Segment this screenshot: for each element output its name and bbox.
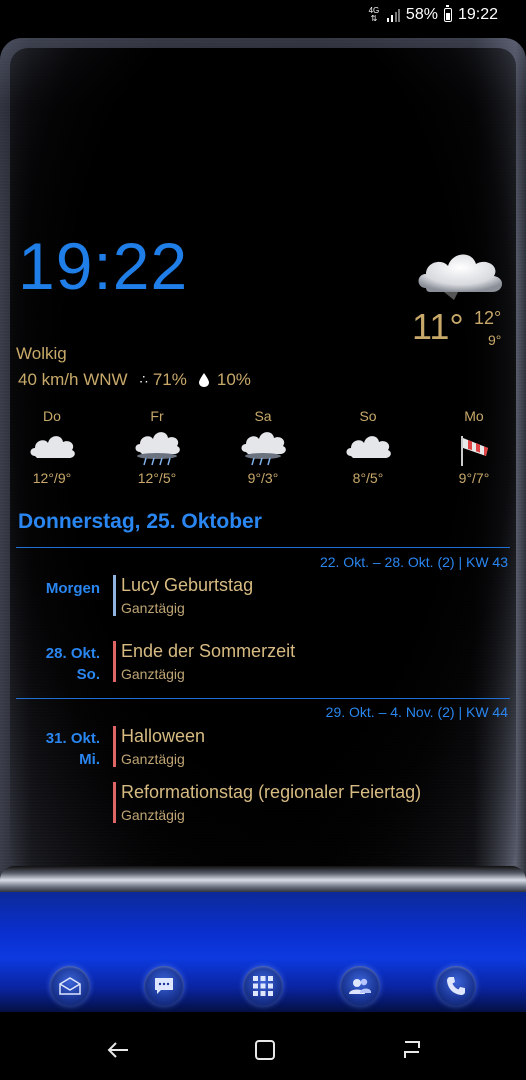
back-icon xyxy=(107,1042,128,1058)
email-button[interactable] xyxy=(50,966,90,1006)
messages-button[interactable] xyxy=(144,966,184,1006)
cloud-icon xyxy=(30,436,75,458)
event-color-bar xyxy=(113,575,116,616)
event-subtitle: Ganztägig xyxy=(121,666,185,682)
forecast-day-name: Sa xyxy=(254,408,272,424)
forecast-day-name: Fr xyxy=(150,408,164,424)
week-header: 29. Okt. – 4. Nov. (2) | KW 44 xyxy=(325,704,508,720)
battery-percent: 58% xyxy=(405,6,438,23)
event-color-bar xyxy=(113,726,116,767)
recents-icon xyxy=(404,1041,420,1058)
calendar-event[interactable]: Halloween Ganztägig xyxy=(113,726,205,767)
forecast-day[interactable]: Mo 9°/7° xyxy=(434,408,514,486)
weather-details: 40 km/h WNW ∴ 71% 10% xyxy=(18,370,251,390)
forecast-day[interactable]: Sa 9°/3° xyxy=(223,408,303,486)
event-color-bar xyxy=(113,641,116,682)
event-color-bar xyxy=(113,782,116,823)
signal-icon xyxy=(386,9,400,22)
event-subtitle: Ganztägig xyxy=(121,751,185,767)
forecast-day-name: Mo xyxy=(464,408,484,424)
forecast-day-name: So xyxy=(359,408,377,424)
humidity-icon: ∴ xyxy=(139,372,148,387)
forecast-temp: 12°/5° xyxy=(137,470,177,486)
recents-button[interactable] xyxy=(398,1036,426,1064)
forecast-day[interactable]: So 8°/5° xyxy=(328,408,408,486)
back-button[interactable] xyxy=(104,1036,132,1064)
weather-condition: Wolkig xyxy=(16,344,67,363)
forecast-row: Do 12°/9° Fr 12°/5° Sa 9°/3° So 8°/5° Mo xyxy=(0,408,526,488)
week-header: 22. Okt. – 28. Okt. (2) | KW 43 xyxy=(319,554,508,570)
email-icon xyxy=(59,977,81,995)
status-bar: 4G ⇅ 58% 19:22 xyxy=(0,0,526,34)
cloud-icon[interactable] xyxy=(414,242,506,302)
phone-button[interactable] xyxy=(436,966,476,1006)
precipitation: 10% xyxy=(216,370,251,389)
rain-cloud-icon xyxy=(241,432,286,466)
event-date: Morgen xyxy=(45,580,100,597)
divider xyxy=(16,698,510,699)
low-temperature: 9° xyxy=(488,332,502,348)
home-icon xyxy=(255,1040,275,1060)
wind: 40 km/h WNW xyxy=(18,370,128,389)
forecast-temp: 8°/5° xyxy=(352,470,384,486)
forecast-day[interactable]: Do 12°/9° xyxy=(12,408,92,486)
rain-cloud-icon xyxy=(135,432,180,466)
calendar-date-header[interactable]: Donnerstag, 25. Oktober xyxy=(18,510,262,534)
windsock-icon xyxy=(461,436,488,466)
battery-icon xyxy=(443,5,452,22)
event-subtitle: Ganztägig xyxy=(121,807,185,823)
event-title: Lucy Geburtstag xyxy=(121,575,254,595)
network-icon: 4G ⇅ xyxy=(368,6,380,23)
home-button[interactable] xyxy=(251,1036,279,1064)
current-temperature: 11° xyxy=(412,306,464,347)
contacts-icon xyxy=(349,978,372,994)
forecast-temp: 12°/9° xyxy=(32,470,72,486)
calendar-event[interactable]: Lucy Geburtstag Ganztägig xyxy=(113,575,253,616)
forecast-temp: 9°/3° xyxy=(247,470,279,486)
apps-icon xyxy=(253,976,273,996)
high-temperature: 12° xyxy=(474,308,502,328)
forecast-day-name: Do xyxy=(43,408,61,424)
humidity: 71% xyxy=(152,370,187,389)
calendar-event[interactable]: Reformationstag (regionaler Feiertag) Ga… xyxy=(113,782,421,823)
apps-button[interactable] xyxy=(243,966,283,1006)
calendar-event[interactable]: Ende der Sommerzeit Ganztägig xyxy=(113,641,295,682)
forecast-day[interactable]: Fr 12°/5° xyxy=(117,408,197,486)
event-title: Reformationstag (regionaler Feiertag) xyxy=(121,782,422,802)
contacts-button[interactable] xyxy=(340,966,380,1006)
event-subtitle: Ganztägig xyxy=(121,600,185,616)
phone-icon xyxy=(447,977,465,995)
messages-icon xyxy=(155,978,173,994)
rain-drop-icon xyxy=(198,373,209,387)
cloud-icon xyxy=(346,436,391,458)
status-time: 19:22 xyxy=(457,6,498,23)
clock-time[interactable]: 19:22 xyxy=(18,228,188,304)
forecast-temp: 9°/7° xyxy=(458,470,490,486)
event-title: Halloween xyxy=(121,726,206,746)
divider xyxy=(16,547,510,548)
event-date: 31. Okt. Mi. xyxy=(45,730,100,768)
dock-edge xyxy=(0,866,526,894)
event-title: Ende der Sommerzeit xyxy=(121,641,296,661)
event-date: 28. Okt. So. xyxy=(45,645,100,683)
